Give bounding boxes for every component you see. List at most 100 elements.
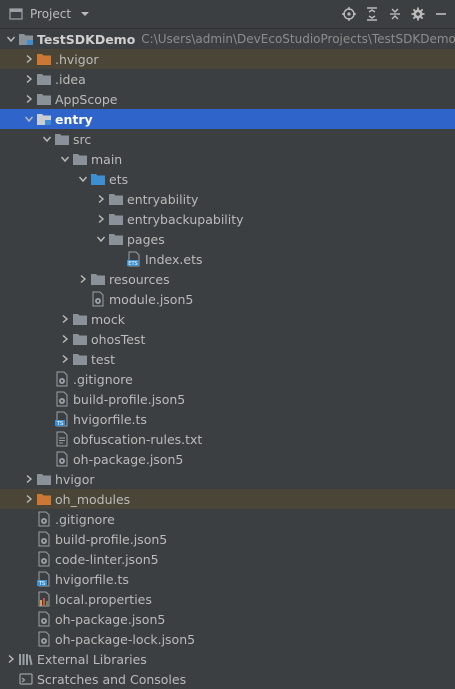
tree-row[interactable]: main (0, 149, 455, 169)
tree-row-label: code-linter.json5 (55, 551, 159, 567)
tree-row[interactable]: .gitignore (0, 509, 455, 529)
libraries-icon (18, 651, 34, 667)
tree-row[interactable]: AppScope (0, 89, 455, 109)
tree-row-label: ets (109, 171, 129, 187)
tree-row[interactable]: obfuscation-rules.txt (0, 429, 455, 449)
chevron-right-icon[interactable] (22, 489, 36, 509)
collapse-all-icon[interactable] (387, 6, 403, 22)
tree-row[interactable]: TS hvigorfile.ts (0, 409, 455, 429)
tree-row-label: entrybackupability (127, 211, 244, 227)
tree-row[interactable]: entryability (0, 189, 455, 209)
tree-row[interactable]: ets (0, 169, 455, 189)
tree-row-label: .idea (55, 71, 86, 87)
tree-row-label: src (73, 131, 92, 147)
folder-icon (108, 231, 124, 247)
chevron-down-icon[interactable] (76, 169, 90, 189)
tree-row[interactable]: hvigor (0, 469, 455, 489)
chevron-right-icon[interactable] (22, 49, 36, 69)
chevron-down-icon[interactable] (94, 229, 108, 249)
tree-row[interactable]: local.properties (0, 589, 455, 609)
tree-row[interactable]: oh_modules (0, 489, 455, 509)
config-file-icon (36, 511, 52, 527)
minimize-icon[interactable] (433, 6, 449, 22)
tree-row-label: oh_modules (55, 491, 131, 507)
chevron-down-icon[interactable] (22, 109, 36, 129)
chevron-right-icon[interactable] (22, 89, 36, 109)
source-folder-icon (90, 171, 106, 187)
chevron-right-icon[interactable] (58, 309, 72, 329)
config-file-icon (90, 291, 106, 307)
folder-icon (72, 331, 88, 347)
tree-row-label: test (91, 351, 116, 367)
tree-row-label: .hvigor (55, 51, 99, 67)
tree-row[interactable]: pages (0, 229, 455, 249)
expand-all-icon[interactable] (364, 6, 380, 22)
tree-row-label: obfuscation-rules.txt (73, 431, 203, 447)
tree-row[interactable]: oh-package.json5 (0, 609, 455, 629)
tree-row[interactable]: test (0, 349, 455, 369)
chevron-right-icon[interactable] (58, 329, 72, 349)
svg-text:ETS: ETS (128, 261, 137, 267)
chevron-down-icon[interactable] (4, 29, 18, 49)
project-tool-window-header: Project (0, 0, 455, 29)
tree-row[interactable]: entry (0, 109, 455, 129)
tree-row-label: local.properties (55, 591, 152, 607)
tree-row-label: module.json5 (109, 291, 194, 307)
tree-row-label: .gitignore (73, 371, 133, 387)
tree-row-label: entryability (127, 191, 199, 207)
tree-row[interactable]: code-linter.json5 (0, 549, 455, 569)
tree-row[interactable]: ETS Index.ets (0, 249, 455, 269)
folder-icon (72, 351, 88, 367)
tree-row-label: oh-package.json5 (73, 451, 184, 467)
project-tree: TestSDKDemo C:\Users\admin\DevEcoStudioP… (0, 29, 455, 689)
ts-file-icon: TS (36, 571, 52, 587)
tree-row-label: oh-package.json5 (55, 611, 166, 627)
config-file-icon (36, 611, 52, 627)
tree-row[interactable]: oh-package.json5 (0, 449, 455, 469)
gear-icon[interactable] (410, 6, 426, 22)
chevron-right-icon[interactable] (22, 469, 36, 489)
tree-row[interactable]: entrybackupability (0, 209, 455, 229)
chevron-right-icon[interactable] (76, 269, 90, 289)
tree-row[interactable]: Scratches and Consoles (0, 669, 455, 689)
tree-row[interactable]: src (0, 129, 455, 149)
svg-text:TS: TS (56, 421, 64, 427)
tree-row-label: AppScope (55, 91, 118, 107)
tree-row[interactable]: resources (0, 269, 455, 289)
tree-row-label: build-profile.json5 (73, 391, 186, 407)
scratches-icon (18, 671, 34, 687)
chevron-right-icon[interactable] (4, 649, 18, 669)
chevron-right-icon[interactable] (94, 209, 108, 229)
chevron-down-icon[interactable] (58, 149, 72, 169)
ts-file-icon: TS (54, 411, 70, 427)
tree-row[interactable]: .gitignore (0, 369, 455, 389)
module-folder-icon (36, 111, 52, 127)
tree-row[interactable]: ohosTest (0, 329, 455, 349)
locate-icon[interactable] (341, 6, 357, 22)
project-view-selector[interactable]: Project (8, 6, 93, 22)
module-folder-icon (18, 31, 34, 47)
tree-row-label: pages (127, 231, 165, 247)
tree-row-root[interactable]: TestSDKDemo C:\Users\admin\DevEcoStudioP… (0, 29, 455, 49)
config-file-icon (54, 371, 70, 387)
chevron-down-icon[interactable] (40, 129, 54, 149)
tree-row[interactable]: mock (0, 309, 455, 329)
tree-row-label: resources (109, 271, 170, 287)
config-file-icon (36, 531, 52, 547)
config-file-icon (36, 631, 52, 647)
tree-row[interactable]: .idea (0, 69, 455, 89)
tree-row-label: hvigor (55, 471, 95, 487)
tree-row[interactable]: build-profile.json5 (0, 389, 455, 409)
chevron-right-icon[interactable] (58, 349, 72, 369)
tree-row-label: mock (91, 311, 125, 327)
tree-row[interactable]: oh-package-lock.json5 (0, 629, 455, 649)
tree-row[interactable]: External Libraries (0, 649, 455, 669)
tree-row[interactable]: .hvigor (0, 49, 455, 69)
tree-row[interactable]: module.json5 (0, 289, 455, 309)
chevron-right-icon[interactable] (94, 189, 108, 209)
chevron-right-icon[interactable] (22, 69, 36, 89)
tree-row[interactable]: TS hvigorfile.ts (0, 569, 455, 589)
folder-icon (108, 211, 124, 227)
tree-row-label: hvigorfile.ts (73, 411, 147, 427)
tree-row[interactable]: build-profile.json5 (0, 529, 455, 549)
